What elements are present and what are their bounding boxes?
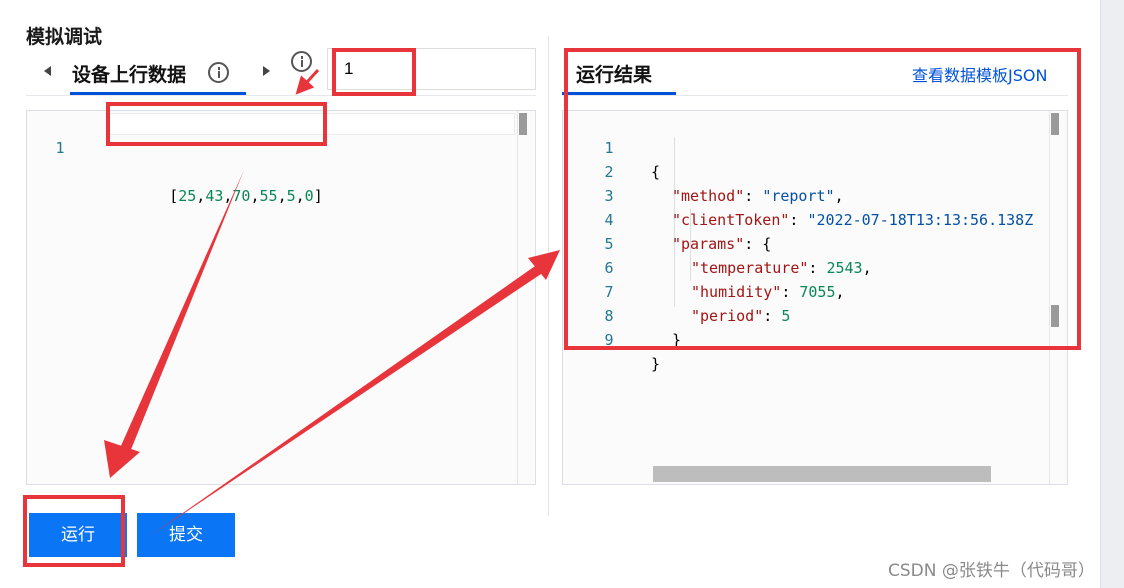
active-tab-underline — [70, 92, 246, 95]
tab-prev-arrow-icon[interactable] — [42, 64, 56, 80]
tab-device-upload-data[interactable]: 设备上行数据 — [72, 60, 186, 87]
annotation-box-count-input — [332, 48, 416, 96]
line-number: 1 — [55, 139, 65, 157]
annotation-box-upload-data — [106, 102, 327, 146]
watermark: CSDN @张铁牛（代码哥） — [888, 561, 1095, 581]
count-info-icon[interactable] — [291, 51, 312, 72]
code-text: [25,43,70,55,5,0] — [169, 187, 323, 205]
scrollbar-thumb[interactable] — [519, 113, 527, 135]
right-edge-strip — [1100, 0, 1124, 588]
page-title: 模拟调试 — [26, 26, 103, 48]
info-icon[interactable] — [208, 62, 229, 83]
upload-data-editor[interactable]: 1 [25,43,70,55,5,0] — [26, 110, 536, 485]
annotation-box-run-button — [23, 495, 125, 567]
code-text: } — [651, 355, 661, 373]
editor-vertical-scrollbar[interactable] — [517, 111, 535, 484]
submit-button[interactable]: 提交 — [137, 513, 235, 557]
annotation-box-run-result — [564, 48, 1081, 350]
panel-divider — [548, 36, 549, 516]
tab-next-arrow-icon[interactable] — [261, 64, 275, 80]
result-horizontal-scrollbar-thumb[interactable] — [653, 466, 991, 482]
